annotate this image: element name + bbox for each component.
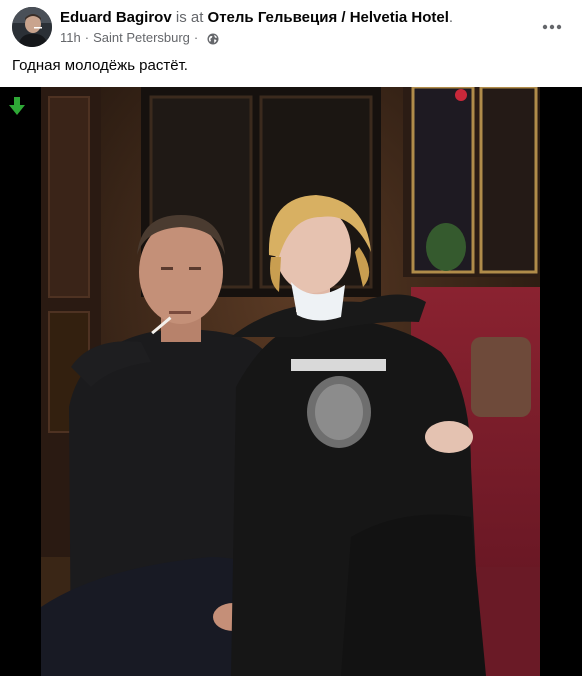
post-photo-area[interactable] — [0, 87, 582, 676]
author-name[interactable]: Eduard Bagirov — [60, 9, 172, 26]
post-header: Eduard Bagirov is at Отель Гельвеция / H… — [0, 0, 582, 52]
post-title-line: Eduard Bagirov is at Отель Гельвеция / H… — [60, 8, 532, 27]
is-at-text: is at — [175, 9, 204, 26]
place-suffix: . — [448, 9, 454, 26]
post-location[interactable]: Saint Petersburg — [93, 29, 190, 46]
place-link[interactable]: Отель Гельвеция / Helvetia Hotel — [208, 9, 449, 26]
post-message: Годная молодёжь растёт. — [12, 57, 188, 74]
post-meta: 11h · Saint Petersburg · — [60, 29, 532, 46]
more-options-button[interactable] — [534, 8, 570, 44]
meta-separator-2: · — [193, 30, 199, 45]
author-avatar[interactable] — [12, 7, 52, 47]
down-arrow-icon[interactable] — [9, 97, 25, 115]
meta-separator: · — [84, 30, 90, 45]
post-photo[interactable] — [41, 87, 540, 676]
header-text: Eduard Bagirov is at Отель Гельвеция / H… — [60, 8, 532, 46]
globe-icon[interactable] — [207, 32, 219, 44]
post-time[interactable]: 11h — [60, 29, 81, 46]
more-horizontal-icon — [542, 17, 562, 35]
